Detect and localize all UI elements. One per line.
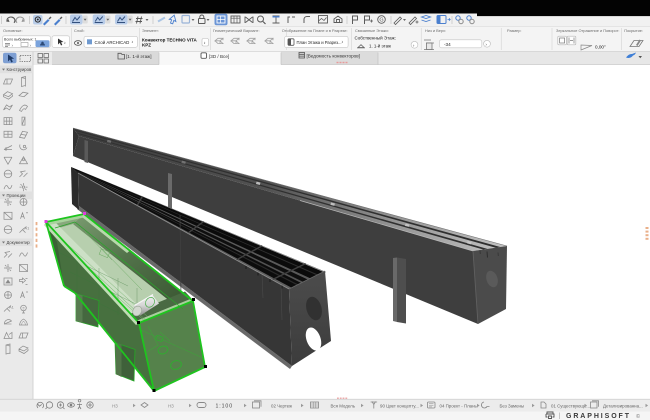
svg-text:A1: A1 — [9, 305, 15, 310]
svg-text:Всего выбранных: 1: Всего выбранных: 1 — [4, 37, 36, 41]
svg-text:90 Цвет концепту...: 90 Цвет концепту... — [380, 403, 419, 408]
svg-text:Без Замены: Без Замены — [500, 403, 525, 408]
svg-text:Собственный Этаж:: Собственный Этаж: — [355, 35, 396, 41]
svg-text:1:100: 1:100 — [216, 404, 233, 410]
svg-text:GRAPHISOFT: GRAPHISOFT — [566, 413, 631, 420]
svg-text:-34: -34 — [444, 42, 451, 47]
svg-text:Низ и Верх:: Низ и Верх: — [425, 28, 446, 33]
svg-text:0,00°: 0,00° — [595, 44, 606, 49]
svg-text:Размер:: Размер: — [507, 28, 521, 33]
svg-text:[3D / Все]: [3D / Все] — [209, 54, 229, 59]
svg-text:02 Чертеж: 02 Чертеж — [271, 403, 292, 408]
svg-text:Проекции: Проекции — [7, 193, 27, 198]
svg-text:Отображение на Плане и в Разре: Отображение на Плане и в Разрезе: — [282, 28, 348, 33]
svg-text:Связанные Этажи:: Связанные Этажи: — [355, 28, 389, 33]
svg-text:Элемент:: Элемент: — [142, 28, 159, 33]
svg-text:Геометрический Вариант:: Геометрический Вариант: — [213, 28, 260, 33]
svg-text:[Ведомость конвекторов]: [Ведомость конвекторов] — [307, 54, 360, 59]
svg-text:НЗ: НЗ — [112, 403, 118, 408]
svg-text:Конструиров: Конструиров — [7, 67, 32, 72]
svg-text:KPZ: KPZ — [142, 42, 151, 47]
svg-text:A1: A1 — [25, 226, 31, 231]
svg-text:Покрытие:: Покрытие: — [624, 28, 643, 33]
svg-text:Слой ARCHICAD: Слой ARCHICAD — [95, 40, 130, 45]
svg-text:НЗ: НЗ — [168, 403, 174, 408]
svg-text:G: G — [379, 18, 383, 24]
svg-text:04 Проект - Планы: 04 Проект - Планы — [440, 403, 478, 408]
svg-text:1. 1-й этаж: 1. 1-й этаж — [369, 43, 391, 48]
svg-text:Вся Модель: Вся Модель — [331, 403, 356, 408]
svg-text:Документир: Документир — [7, 240, 31, 245]
svg-text:[1. 1-й этаж]: [1. 1-й этаж] — [126, 53, 152, 59]
svg-text:01 Существующе...: 01 Существующе... — [551, 403, 590, 408]
svg-text:Детализированна...: Детализированна... — [603, 403, 643, 408]
svg-text:Зеркальное Отражение и Поворот: Зеркальное Отражение и Поворот: — [556, 28, 619, 33]
svg-text:Основные:: Основные: — [3, 28, 23, 33]
svg-text:©: © — [636, 413, 640, 420]
svg-text:План Этажа и Разрез...: План Этажа и Разрез... — [297, 40, 342, 45]
svg-text:Слой:: Слой: — [74, 28, 85, 33]
